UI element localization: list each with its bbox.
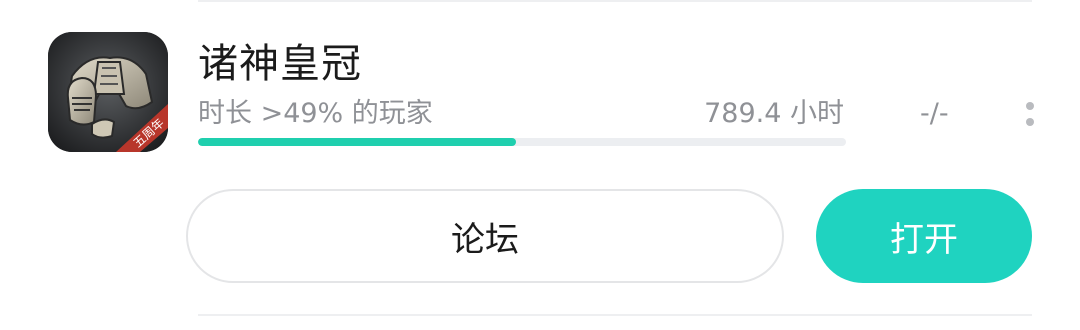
forum-button[interactable]: 论坛 bbox=[186, 189, 784, 283]
playtime-progress-fill bbox=[198, 138, 516, 146]
playtime-value: 789.4 小时 bbox=[704, 98, 844, 129]
top-divider bbox=[198, 0, 1032, 2]
more-dot bbox=[1026, 118, 1034, 126]
game-title: 诸神皇冠 bbox=[198, 41, 362, 87]
open-button[interactable]: 打开 bbox=[816, 189, 1032, 283]
more-dot bbox=[1026, 102, 1034, 110]
playtime-progress-bar bbox=[198, 138, 846, 146]
bottom-divider bbox=[198, 314, 1032, 316]
game-icon[interactable]: 五周年 bbox=[48, 32, 168, 152]
rating-value: -/- bbox=[920, 98, 949, 129]
armored-knight-icon: 五周年 bbox=[48, 32, 168, 152]
playtime-percentile-label: 时长 >49% 的玩家 bbox=[198, 98, 433, 129]
more-vertical-icon[interactable] bbox=[1016, 96, 1044, 136]
